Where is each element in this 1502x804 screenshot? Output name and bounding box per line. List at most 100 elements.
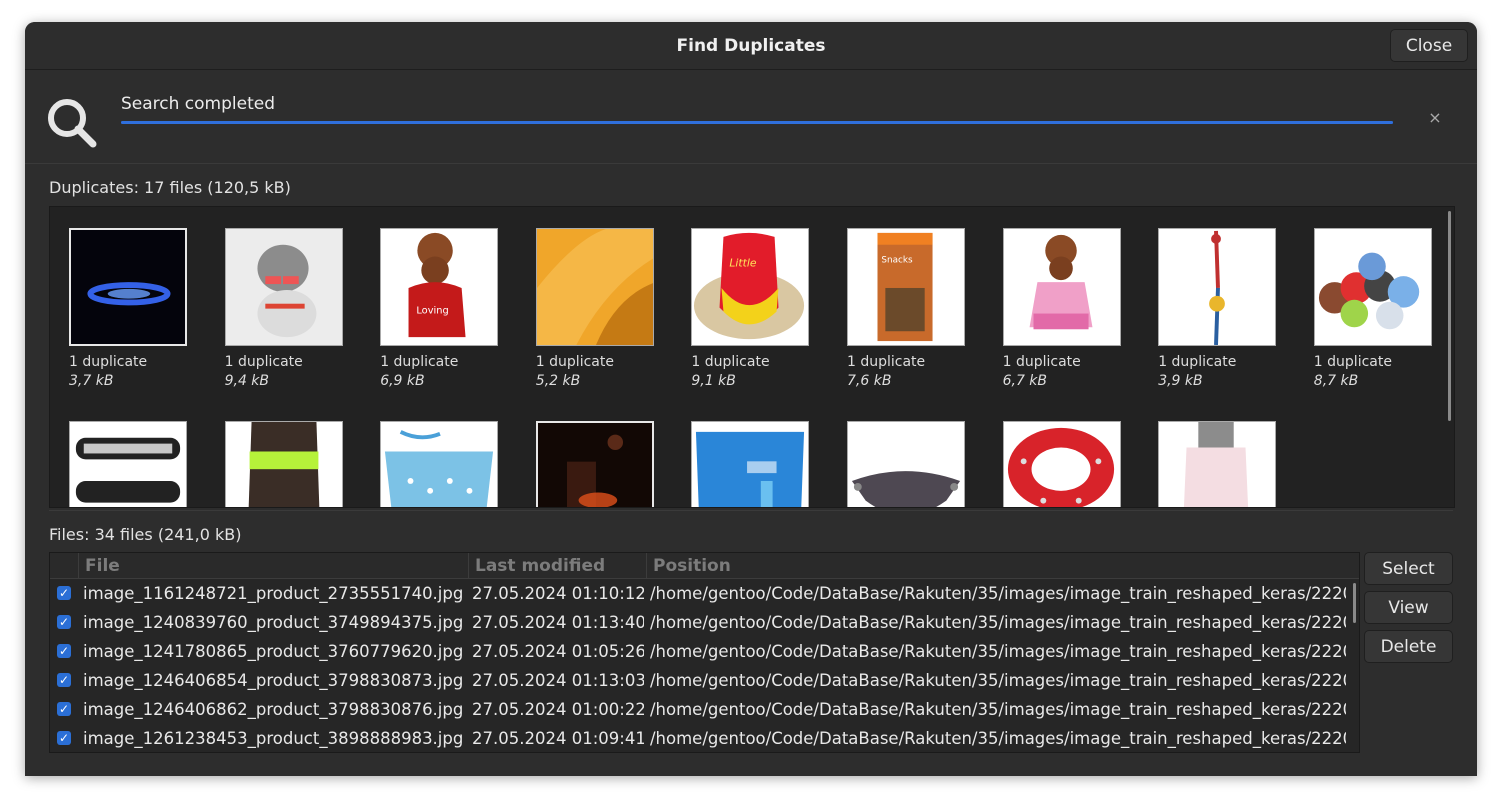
search-icon (48, 99, 97, 148)
column-header-last-modified[interactable]: Last modified (468, 553, 646, 578)
duplicate-tile[interactable] (69, 421, 187, 507)
last-modified-cell: 27.05.2024 01:13:03 (472, 671, 644, 690)
table-row[interactable]: ✓ image_1240839760_product_3749894375.jpg… (50, 608, 1359, 637)
duplicate-size: 9,1 kB (691, 373, 736, 389)
position-cell: /home/gentoo/Code/DataBase/Rakuten/35/im… (650, 584, 1346, 603)
svg-text:Little: Little (730, 256, 757, 269)
table-scrollbar[interactable] (1353, 583, 1356, 623)
row-checkbox[interactable]: ✓ (57, 673, 71, 687)
duplicate-count: 1 duplicate (1158, 354, 1237, 370)
grid-scrollbar[interactable] (1448, 211, 1451, 421)
duplicate-tile[interactable] (1158, 421, 1277, 507)
thumbnail-image (224, 421, 343, 507)
table-header: File Last modified Position (50, 553, 1359, 579)
thumbnail-image (1002, 228, 1121, 346)
duplicate-tile[interactable]: 1 duplicate 3,7 kB (69, 228, 187, 389)
row-checkbox[interactable]: ✓ (57, 615, 71, 629)
file-name-cell: image_1241780865_product_3760779620.jpg (83, 642, 464, 661)
svg-text:Snacks: Snacks (881, 255, 913, 265)
delete-button[interactable]: Delete (1364, 630, 1453, 663)
search-status-area: Search completed × (25, 70, 1477, 164)
table-row[interactable]: ✓ image_1246406862_product_3798830876.jpg… (50, 695, 1359, 724)
header-bar: Find Duplicates Close (25, 22, 1477, 70)
file-name-cell: image_1161248721_product_2735551740.jpg (83, 584, 464, 603)
position-cell: /home/gentoo/Code/DataBase/Rakuten/35/im… (650, 729, 1346, 748)
duplicate-tile[interactable]: Loving 1 duplicate 6,9 kB (380, 228, 499, 389)
file-name-cell: image_1261238453_product_3898888983.jpg (83, 729, 464, 748)
duplicate-size: 3,9 kB (1158, 373, 1203, 389)
thumbnail-image (1313, 228, 1432, 346)
search-progress-bar (121, 121, 1393, 124)
position-cell: /home/gentoo/Code/DataBase/Rakuten/35/im… (650, 613, 1346, 632)
close-button[interactable]: Close (1390, 29, 1468, 62)
file-name-cell: image_1246406854_product_3798830873.jpg (83, 671, 464, 690)
duplicate-tile[interactable] (691, 421, 810, 507)
thumbnail-image (1158, 228, 1277, 346)
file-name-cell: image_1240839760_product_3749894375.jpg (83, 613, 464, 632)
thumbnail-image (847, 421, 965, 507)
duplicate-tile[interactable] (535, 421, 654, 507)
duplicate-tile[interactable]: 1 duplicate 9,4 kB (224, 228, 343, 389)
table-row[interactable]: ✓ image_1246406854_product_3798830873.jpg… (50, 666, 1359, 695)
duplicate-count: 1 duplicate (224, 354, 303, 370)
duplicate-count: 1 duplicate (1313, 354, 1392, 370)
thumbnail-image (1158, 421, 1277, 507)
duplicate-count: 1 duplicate (69, 354, 148, 370)
row-checkbox[interactable]: ✓ (57, 644, 71, 658)
thumbnail-image: Little (691, 228, 810, 346)
thumbnail-image (380, 421, 499, 507)
duplicate-tile[interactable]: Snacks 1 duplicate 7,6 kB (847, 228, 965, 389)
thumbnail-image: Snacks (847, 228, 965, 346)
last-modified-cell: 27.05.2024 01:05:26 (472, 642, 644, 661)
position-cell: /home/gentoo/Code/DataBase/Rakuten/35/im… (650, 671, 1346, 690)
row-checkbox[interactable]: ✓ (57, 731, 71, 745)
duplicates-summary: Duplicates: 17 files (120,5 kB) (49, 178, 291, 197)
duplicate-tile[interactable]: 1 duplicate 3,9 kB (1158, 228, 1277, 389)
duplicate-count: 1 duplicate (691, 354, 770, 370)
duplicate-tile[interactable] (380, 421, 499, 507)
files-table: File Last modified Position ✓ image_11612… (49, 552, 1360, 753)
duplicate-tile[interactable] (1002, 421, 1121, 507)
table-row[interactable]: ✓ image_1261238453_product_3898888983.jpg… (50, 724, 1359, 752)
duplicates-grid[interactable]: 1 duplicate 3,7 kB 1 duplicate 9,4 kB Loving… (49, 206, 1455, 508)
duplicate-tile[interactable]: 1 duplicate 6,7 kB (1002, 228, 1121, 389)
thumbnail-image (691, 421, 810, 507)
thumbnail-image: Loving (380, 228, 499, 346)
table-row[interactable]: ✓ image_1241780865_product_3760779620.jpg… (50, 637, 1359, 666)
svg-text:Loving: Loving (417, 306, 449, 317)
duplicate-size: 9,4 kB (224, 373, 270, 389)
thumbnail-image (1002, 421, 1121, 507)
duplicate-size: 3,7 kB (69, 373, 114, 389)
duplicate-size: 6,9 kB (380, 373, 425, 389)
thumbnail-image (535, 421, 654, 507)
select-button[interactable]: Select (1364, 552, 1453, 585)
duplicate-tile[interactable]: Little 1 duplicate 9,1 kB (691, 228, 810, 389)
duplicate-tile[interactable] (847, 421, 965, 507)
thumbnail-image (224, 228, 343, 346)
duplicate-size: 6,7 kB (1002, 373, 1048, 389)
column-header-position[interactable]: Position (646, 553, 1359, 578)
files-summary: Files: 34 files (241,0 kB) (49, 525, 242, 544)
thumbnail-image (69, 228, 187, 346)
duplicate-size: 8,7 kB (1313, 373, 1359, 389)
find-duplicates-dialog: Find Duplicates Close Search completed ×… (25, 22, 1477, 776)
last-modified-cell: 27.05.2024 01:09:41 (472, 729, 644, 748)
row-checkbox[interactable]: ✓ (57, 586, 71, 600)
duplicate-tile[interactable] (224, 421, 343, 507)
cancel-search-icon[interactable]: × (1427, 110, 1443, 126)
last-modified-cell: 27.05.2024 01:00:22 (472, 700, 644, 719)
position-cell: /home/gentoo/Code/DataBase/Rakuten/35/im… (650, 700, 1346, 719)
table-row[interactable]: ✓ image_1161248721_product_2735551740.jpg… (50, 579, 1359, 608)
view-button[interactable]: View (1364, 591, 1453, 624)
duplicate-count: 1 duplicate (535, 354, 614, 370)
duplicate-count: 1 duplicate (1002, 354, 1081, 370)
thumbnail-image (535, 228, 654, 346)
duplicate-size: 5,2 kB (535, 373, 581, 389)
position-cell: /home/gentoo/Code/DataBase/Rakuten/35/im… (650, 642, 1346, 661)
column-header-file[interactable]: File (78, 553, 468, 578)
last-modified-cell: 27.05.2024 01:10:12 (472, 584, 644, 603)
duplicate-tile[interactable]: 1 duplicate 5,2 kB (535, 228, 654, 389)
search-status-text: Search completed (121, 94, 276, 114)
row-checkbox[interactable]: ✓ (57, 702, 71, 716)
duplicate-tile[interactable]: 1 duplicate 8,7 kB (1313, 228, 1432, 389)
